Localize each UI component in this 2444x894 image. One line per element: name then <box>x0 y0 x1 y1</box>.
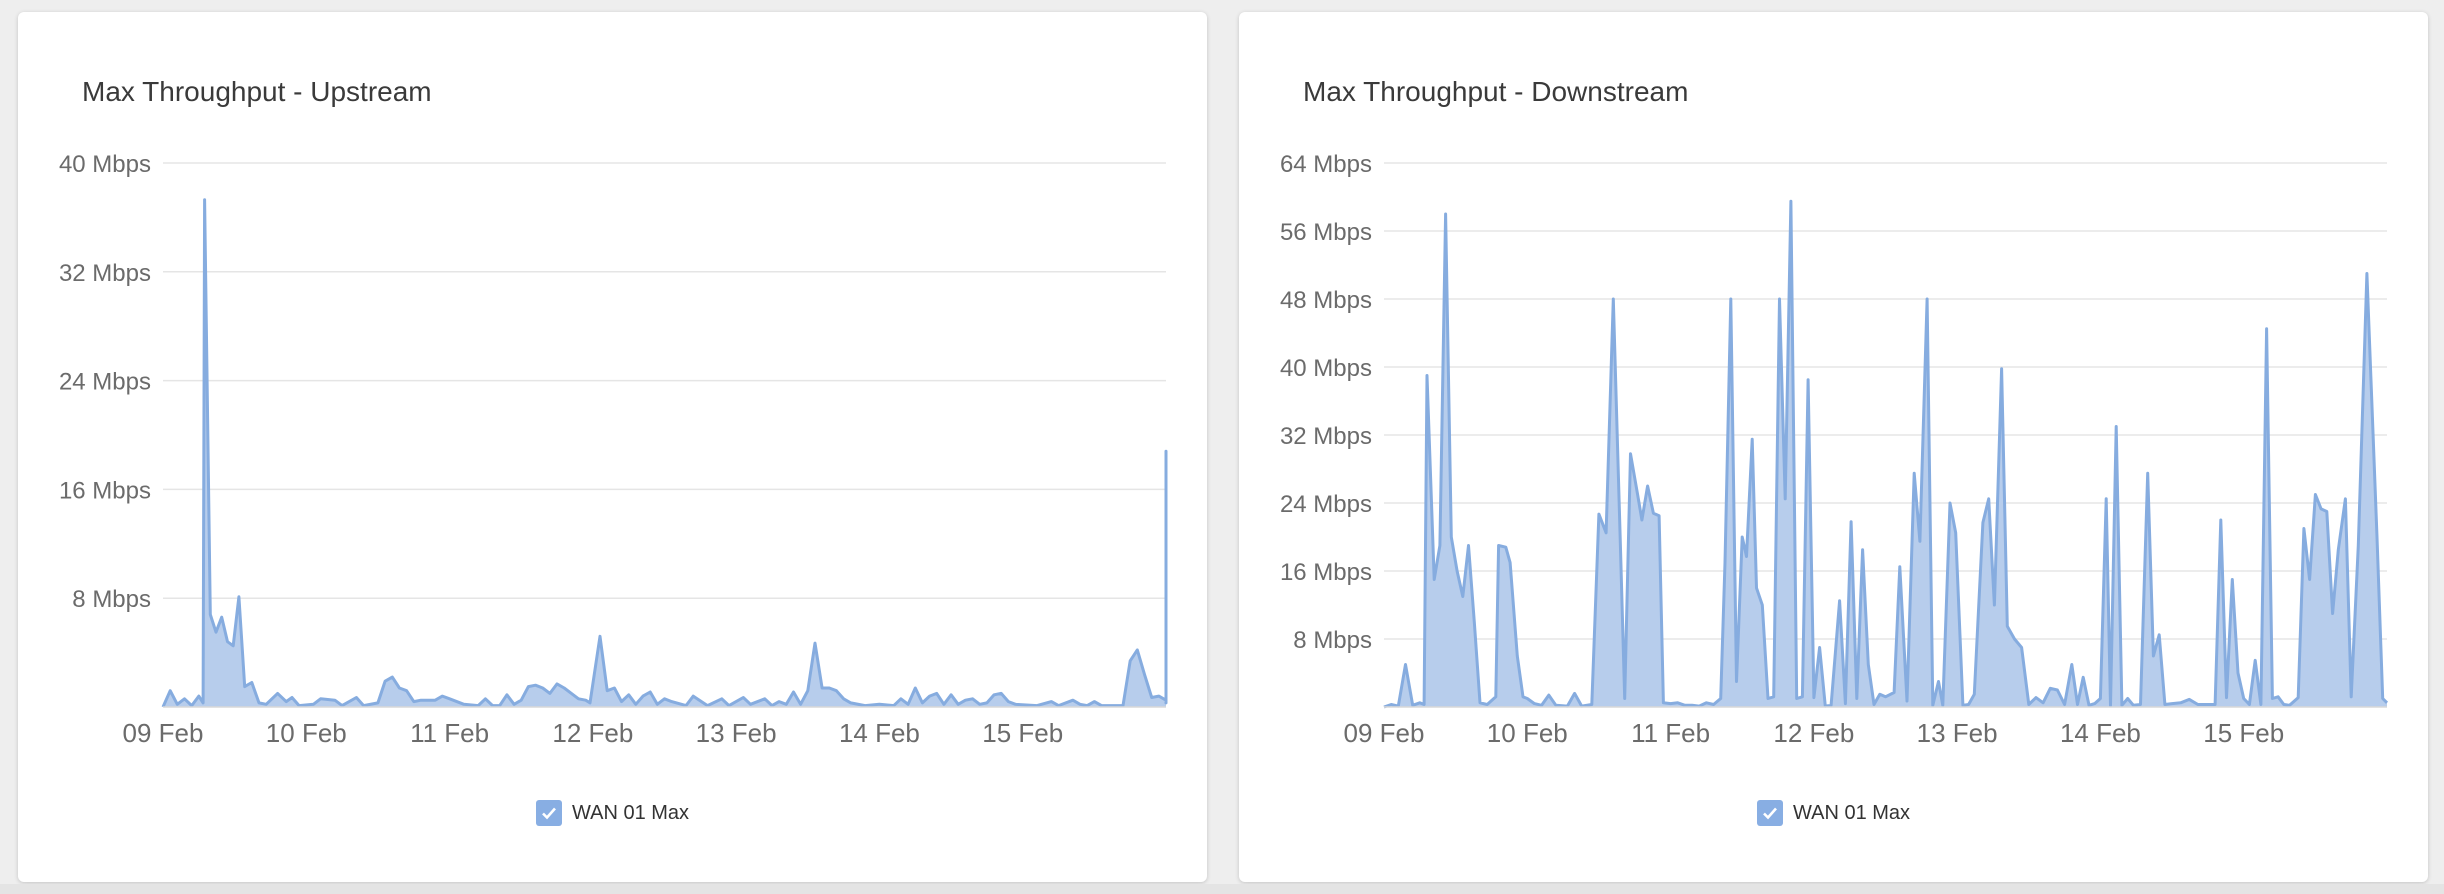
y-tick-label: 48 Mbps <box>1280 287 1372 314</box>
y-tick-label: 40 Mbps <box>59 151 151 178</box>
x-tick-label: 12 Feb <box>1773 718 1854 748</box>
y-tick-label: 32 Mbps <box>59 260 151 287</box>
y-tick-label: 56 Mbps <box>1280 219 1372 246</box>
legend-checkbox-icon[interactable] <box>535 800 562 826</box>
y-tick-label: 8 Mbps <box>1293 627 1372 654</box>
x-tick-label: 12 Feb <box>552 718 633 748</box>
x-tick-label: 10 Feb <box>266 718 347 748</box>
chart-legend[interactable]: WAN 01 Max <box>1239 800 2428 826</box>
y-tick-label: 16 Mbps <box>59 477 151 504</box>
x-tick-label: 10 Feb <box>1487 718 1568 748</box>
page-bottom-edge <box>0 884 2444 894</box>
series-line <box>1383 199 2389 709</box>
y-tick-label: 24 Mbps <box>1280 491 1372 518</box>
upstream-chart-card: Max Throughput - Upstream 8 Mbps 16 Mbps 2… <box>18 12 1207 882</box>
upstream-chart: 8 Mbps 16 Mbps 24 Mbps 32 Mbps 40 Mbps 09 Feb… <box>59 151 1168 748</box>
x-tick-label: 15 Feb <box>982 718 1063 748</box>
x-tick-label: 14 Feb <box>2060 718 2141 748</box>
y-tick-label: 32 Mbps <box>1280 423 1372 450</box>
x-tick-label: 13 Feb <box>696 718 777 748</box>
x-tick-label: 13 Feb <box>1917 718 1998 748</box>
x-tick-label: 09 Feb <box>1344 718 1425 748</box>
y-tick-label: 64 Mbps <box>1280 151 1372 178</box>
x-tick-label: 09 Feb <box>123 718 204 748</box>
chart-legend[interactable]: WAN 01 Max <box>18 800 1207 826</box>
downstream-chart-card: Max Throughput - Downstream 8 Mbps 16 Mbp… <box>1239 12 2428 882</box>
y-tick-label: 24 Mbps <box>59 369 151 396</box>
x-tick-label: 11 Feb <box>1631 718 1710 748</box>
y-tick-label: 40 Mbps <box>1280 355 1372 382</box>
legend-checkbox-icon[interactable] <box>1756 800 1783 826</box>
series-line <box>161 198 1168 708</box>
y-tick-label: 8 Mbps <box>72 586 151 613</box>
x-tick-label: 14 Feb <box>839 718 920 748</box>
series-area <box>163 199 1166 707</box>
y-tick-label: 16 Mbps <box>1280 559 1372 586</box>
x-tick-label: 11 Feb <box>410 718 489 748</box>
legend-label[interactable]: WAN 01 Max <box>1793 802 1910 825</box>
downstream-chart: 8 Mbps 16 Mbps 24 Mbps 32 Mbps 40 Mbps 48 Mbp… <box>1280 151 2389 748</box>
legend-label[interactable]: WAN 01 Max <box>572 802 689 825</box>
x-tick-label: 15 Feb <box>2203 718 2284 748</box>
